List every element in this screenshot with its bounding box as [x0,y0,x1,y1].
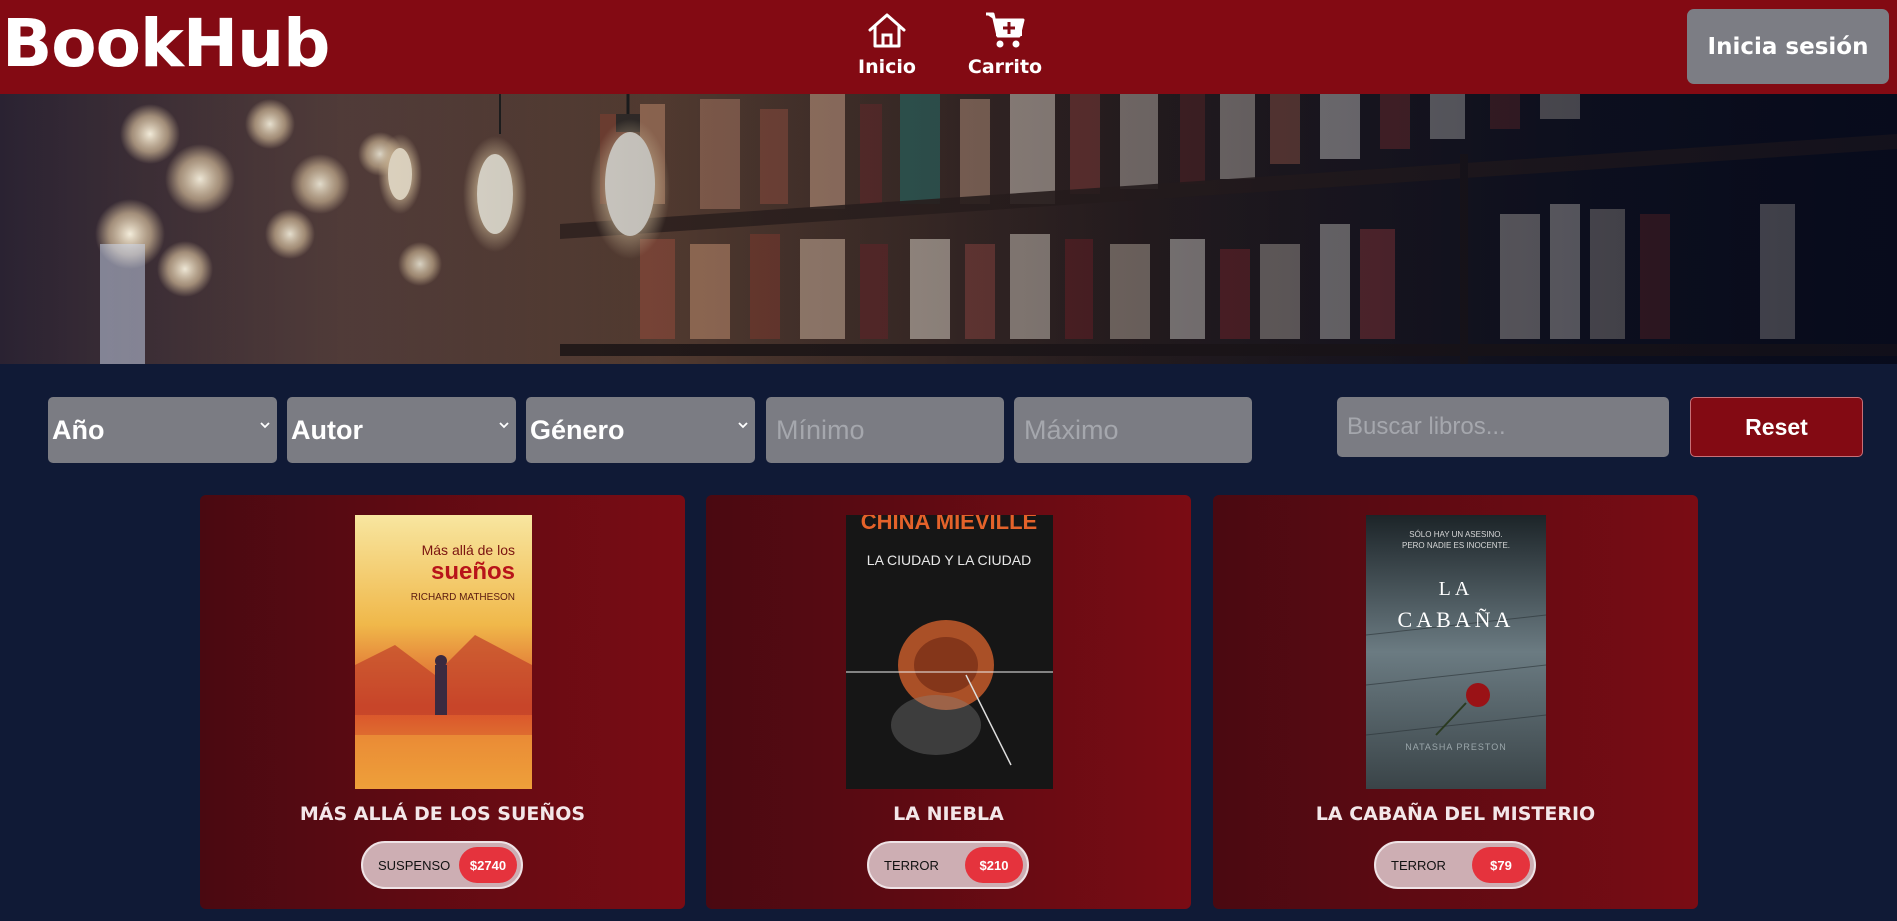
max-price-placeholder: Máximo [1024,414,1119,445]
genre-select[interactable]: Género [526,397,755,463]
book-card[interactable]: CHINA MIÉVILLE LA CIUDAD Y LA CIUDAD LA … [706,495,1191,909]
nav-inicio-label: Inicio [858,56,916,78]
chevron-down-icon [260,422,270,429]
min-price-placeholder: Mínimo [776,414,865,445]
genre-label: TERROR [884,858,939,873]
cover-title: LA CIUDAD Y LA CIUDAD [867,552,1031,568]
book-cover-image[interactable]: Más allá de los sueños RICHARD MATHESON [355,515,532,789]
cover-author: RICHARD MATHESON [411,592,515,603]
header-bar: BookHub Inicio Carrito Inicia sesión [0,0,1897,94]
chevron-down-icon [499,422,509,429]
reset-button[interactable]: Reset [1690,397,1863,457]
nav-carrito[interactable]: Carrito [950,10,1060,82]
book-cover-art: SÓLO HAY UN ASESINO. PERO NADIE ES INOCE… [1366,515,1546,789]
hero-banner-image [0,94,1897,364]
cover-tagline1: SÓLO HAY UN ASESINO. [1409,530,1503,539]
book-cover-art: Más allá de los sueños RICHARD MATHESON [355,515,532,789]
book-title: LA NIEBLA [893,803,1004,825]
genre-label: TERROR [1391,858,1446,873]
author-select-label: Autor [291,414,363,445]
cover-title-line1: Más allá de los [422,542,515,558]
cart-icon [986,12,1025,48]
cover-title-line2: sueños [431,558,515,585]
site-logo[interactable]: BookHub [2,2,330,86]
book-card[interactable]: SÓLO HAY UN ASESINO. PERO NADIE ES INOCE… [1213,495,1698,909]
nav-carrito-label: Carrito [967,56,1043,78]
max-price-input[interactable]: Máximo [1014,397,1252,463]
book-info-pill: TERROR $79 [1374,841,1536,889]
price-badge: $2740 [459,847,517,883]
year-select[interactable]: Año [48,397,277,463]
min-price-input[interactable]: Mínimo [766,397,1004,463]
book-title: MÁS ALLÁ DE LOS SUEÑOS [299,803,586,825]
cover-title-line1: LA [1439,578,1474,600]
cover-author: CHINA MIÉVILLE [861,515,1037,534]
login-button[interactable]: Inicia sesión [1687,9,1889,84]
book-title: LA CABAÑA DEL MISTERIO [1315,803,1596,825]
author-select[interactable]: Autor [287,397,516,463]
book-info-pill: SUSPENSO $2740 [361,841,523,889]
book-cover-art: CHINA MIÉVILLE LA CIUDAD Y LA CIUDAD [846,515,1053,789]
book-info-pill: TERROR $210 [867,841,1029,889]
genre-label: SUSPENSO [378,858,451,873]
library-shelves-illustration [0,94,1897,364]
price-badge: $210 [965,847,1023,883]
price-badge: $79 [1472,847,1530,883]
cover-author: NATASHA PRESTON [1405,742,1507,752]
search-input[interactable]: Buscar libros... [1337,397,1669,457]
genre-select-label: Género [530,414,625,445]
year-select-label: Año [52,414,105,445]
search-placeholder: Buscar libros... [1347,413,1506,440]
cover-tagline2: PERO NADIE ES INOCENTE. [1402,541,1510,550]
cover-title-line2: CABAÑA [1398,607,1515,632]
home-icon [868,13,906,48]
chevron-down-icon [738,422,748,429]
book-cover-image[interactable]: CHINA MIÉVILLE LA CIUDAD Y LA CIUDAD [846,515,1053,789]
book-card[interactable]: Más allá de los sueños RICHARD MATHESON … [200,495,685,909]
book-cover-image[interactable]: SÓLO HAY UN ASESINO. PERO NADIE ES INOCE… [1366,515,1546,789]
nav-inicio[interactable]: Inicio [832,10,942,82]
